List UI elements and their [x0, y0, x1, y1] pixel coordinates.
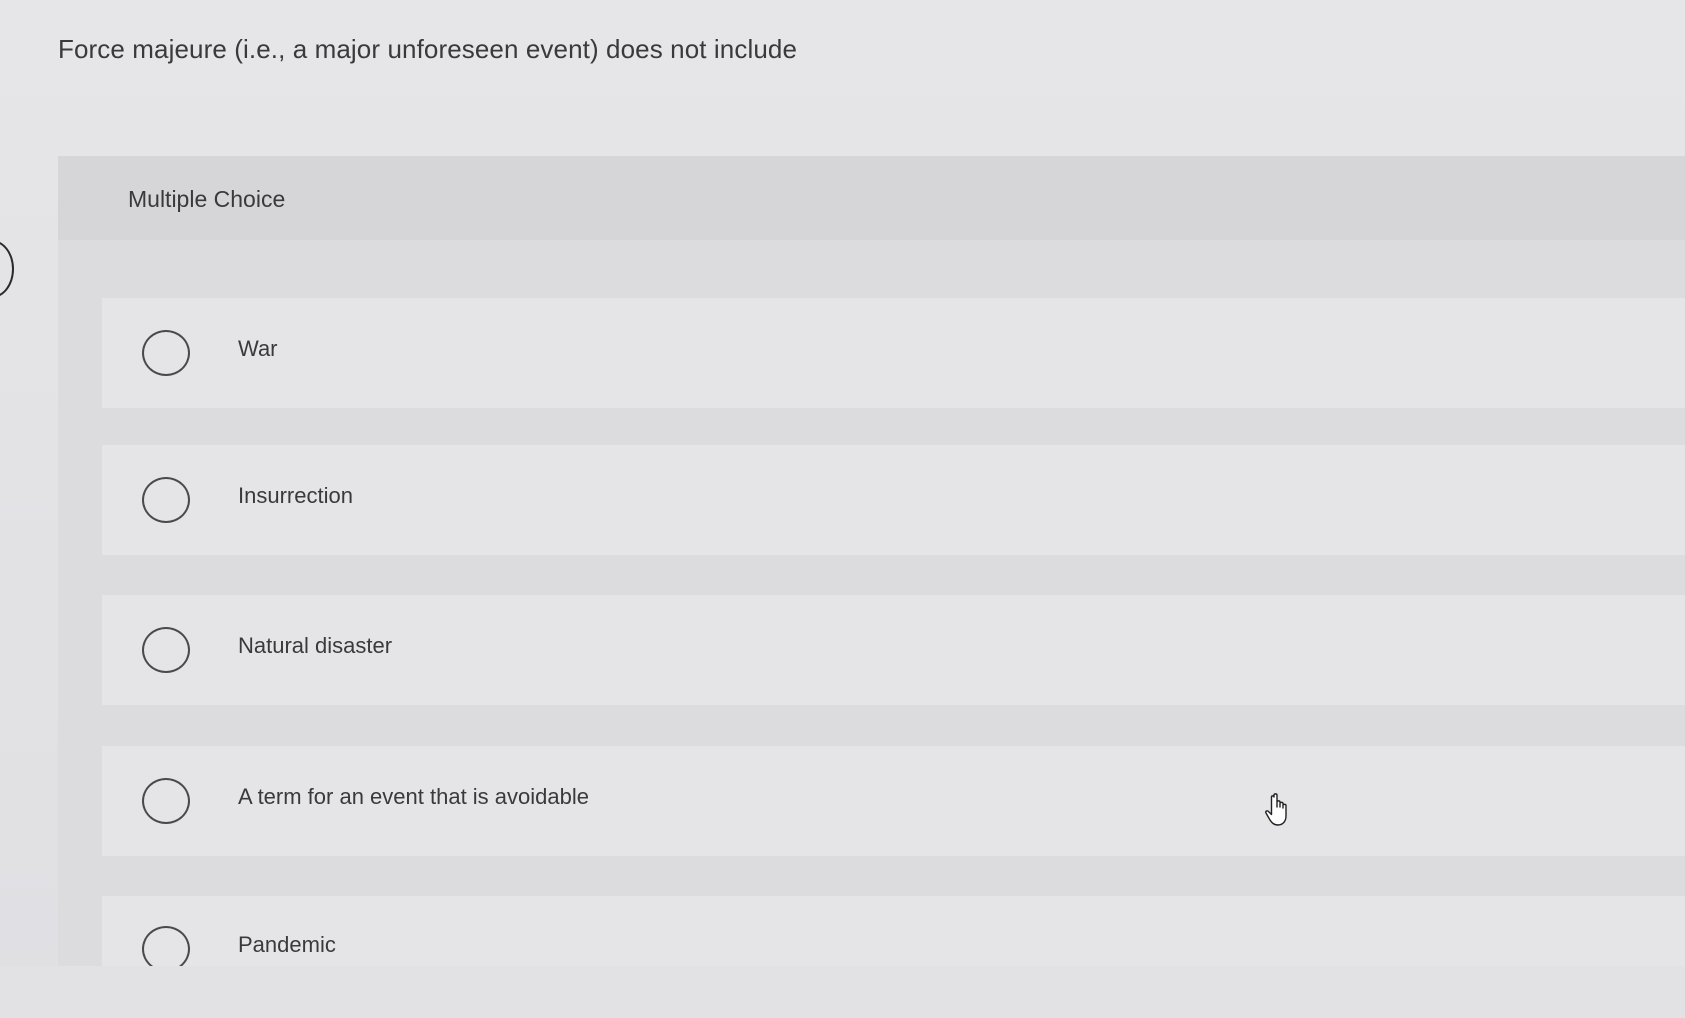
- radio-button-icon[interactable]: [142, 330, 190, 376]
- option-label: Natural disaster: [238, 633, 393, 658]
- option-label: War: [238, 336, 278, 361]
- option-label: Pandemic: [238, 932, 336, 957]
- radio-button-icon[interactable]: [142, 627, 190, 673]
- option-label: Insurrection: [238, 483, 353, 508]
- multiple-choice-header: Multiple Choice: [58, 156, 1685, 240]
- option-war[interactable]: War: [102, 298, 1685, 408]
- hand-pointer-icon: [1265, 793, 1287, 826]
- option-avoidable-event[interactable]: A term for an event that is avoidable: [102, 746, 1685, 856]
- quiz-page: Force majeure (i.e., a major unforeseen …: [0, 0, 1685, 1018]
- option-label: A term for an event that is avoidable: [238, 784, 589, 809]
- option-insurrection[interactable]: Insurrection: [102, 445, 1685, 555]
- radio-button-icon[interactable]: [142, 477, 190, 523]
- multiple-choice-label: Multiple Choice: [128, 186, 286, 212]
- question-text: Force majeure (i.e., a major unforeseen …: [58, 34, 798, 64]
- radio-button-icon[interactable]: [142, 926, 190, 966]
- bottom-strip: [0, 966, 1685, 1018]
- side-navigation-arc-icon[interactable]: [0, 240, 14, 298]
- option-natural-disaster[interactable]: Natural disaster: [102, 595, 1685, 705]
- multiple-choice-panel: Multiple Choice War Insurrection Natural…: [58, 156, 1685, 966]
- radio-button-icon[interactable]: [142, 778, 190, 824]
- option-pandemic[interactable]: Pandemic: [102, 896, 1685, 966]
